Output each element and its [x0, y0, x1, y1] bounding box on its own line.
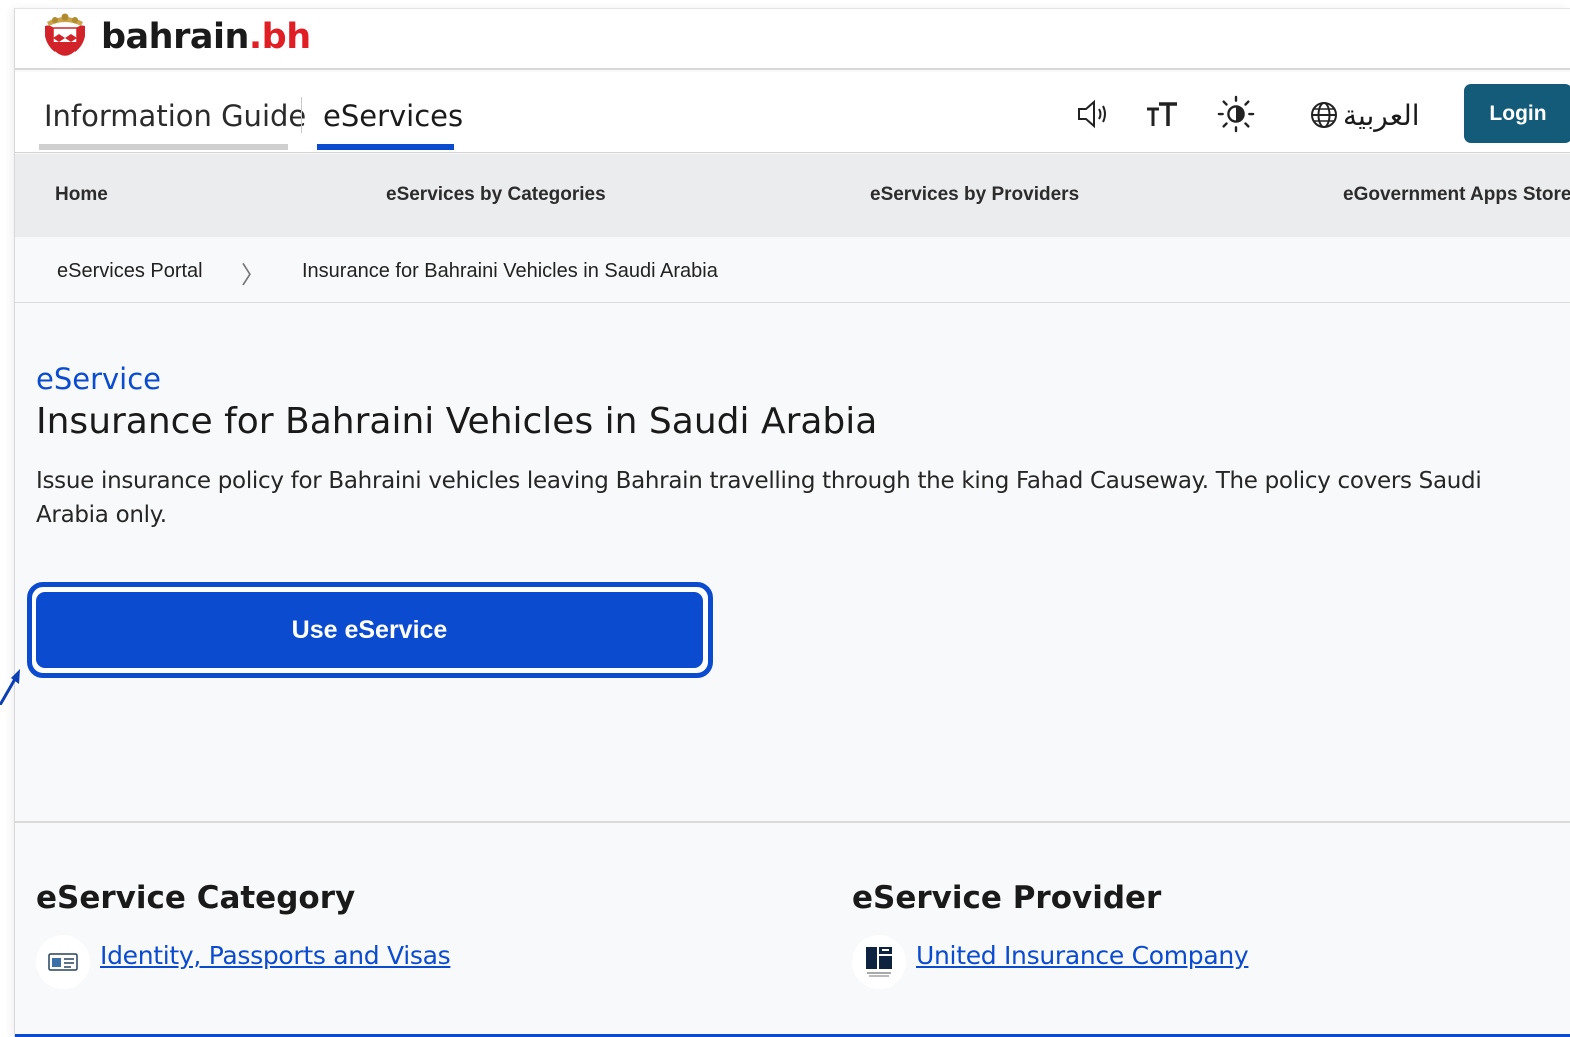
- nav-home[interactable]: Home: [55, 184, 108, 206]
- speaker-icon[interactable]: [1075, 94, 1113, 134]
- nav-eservices-by-providers[interactable]: eServices by Providers: [870, 184, 1079, 206]
- use-eservice-button[interactable]: Use eService: [36, 592, 703, 668]
- brand-domain: .bh: [248, 17, 311, 57]
- category-heading: eService Category: [36, 880, 356, 916]
- service-description: Issue insurance policy for Bahraini vehi…: [36, 468, 1482, 528]
- tab-separator: [301, 97, 302, 133]
- breadcrumb-current-page: Insurance for Bahraini Vehicles in Saudi…: [302, 260, 718, 282]
- tab-eservices[interactable]: eServices: [323, 99, 463, 133]
- login-button[interactable]: Login: [1464, 84, 1570, 143]
- id-card-icon: [36, 935, 90, 989]
- browser-page: bahrain.bh Information Guide eServices ا…: [14, 8, 1570, 1037]
- nav-eservices-by-categories[interactable]: eServices by Categories: [386, 184, 606, 206]
- main-nav: Home eServices by Categories eServices b…: [15, 154, 1570, 237]
- tab-eservices-active-indicator: [317, 144, 454, 150]
- breadcrumb-chevron-icon: 〉: [241, 262, 265, 289]
- category-link[interactable]: Identity, Passports and Visas: [100, 941, 451, 970]
- pointer-arrow-icon: [0, 669, 20, 705]
- provider-logo-icon: [852, 935, 906, 989]
- tab-information-guide-underline: [39, 144, 288, 150]
- brand-name: bahrain: [101, 17, 249, 57]
- globe-icon: [1311, 102, 1337, 128]
- language-switch[interactable]: العربية: [1309, 97, 1420, 133]
- brand-wordmark[interactable]: bahrain.bh: [101, 17, 311, 57]
- tab-information-guide[interactable]: Information Guide: [44, 99, 306, 133]
- provider-heading: eService Provider: [852, 880, 1162, 916]
- contrast-icon[interactable]: [1217, 94, 1255, 134]
- page-title: Insurance for Bahraini Vehicles in Saudi…: [36, 401, 878, 442]
- bahrain-emblem-icon[interactable]: [41, 12, 89, 64]
- language-label: العربية: [1343, 98, 1420, 132]
- service-kicker: eService: [36, 362, 162, 396]
- breadcrumb: eServices Portal 〉 Insurance for Bahrain…: [15, 237, 1570, 303]
- provider-link[interactable]: United Insurance Company: [916, 941, 1249, 970]
- text-size-icon[interactable]: [1143, 94, 1181, 134]
- section-divider: [15, 821, 1570, 823]
- nav-egovernment-apps-store[interactable]: eGovernment Apps Store: [1343, 184, 1570, 206]
- tab-bar: Information Guide eServices العربية Logi…: [15, 72, 1570, 153]
- brand-bar: bahrain.bh: [15, 9, 1570, 70]
- breadcrumb-eservices-portal[interactable]: eServices Portal: [57, 260, 203, 283]
